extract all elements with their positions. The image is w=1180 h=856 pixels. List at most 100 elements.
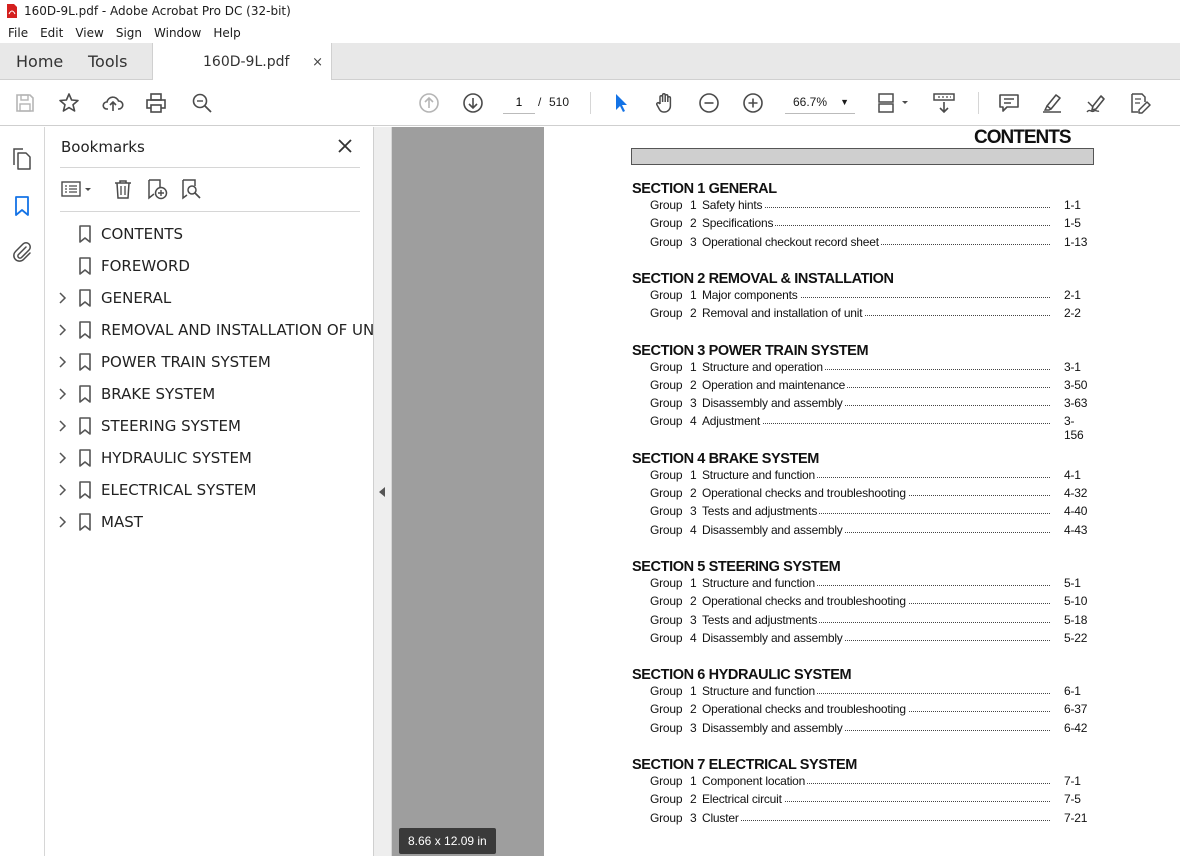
star-icon[interactable] bbox=[57, 91, 81, 115]
upload-cloud-icon[interactable] bbox=[101, 91, 125, 115]
chevron-right-icon[interactable] bbox=[58, 483, 68, 497]
pdf-page: CONTENTS SECTION 1 GENERAL Group 1 Safety h… bbox=[544, 127, 1180, 856]
toc-entry[interactable]: Group 2 Specifications 1-5 bbox=[650, 216, 1090, 233]
toc-entry-title: Tests and adjustments bbox=[702, 612, 820, 627]
tab-home[interactable]: Home bbox=[16, 43, 63, 80]
edit-pdf-icon[interactable] bbox=[1128, 91, 1152, 115]
toolbar-divider bbox=[978, 92, 979, 114]
save-icon[interactable] bbox=[13, 91, 37, 115]
toc-entry[interactable]: Group 1 Component location 7-1 bbox=[650, 774, 1090, 791]
toc-entry[interactable]: Group 3 Disassembly and assembly 6-42 bbox=[650, 720, 1090, 738]
tab-bar: Home Tools 160D-9L.pdf × bbox=[0, 43, 1180, 81]
bookmark-item[interactable]: GENERAL bbox=[45, 282, 374, 314]
chevron-right-icon[interactable] bbox=[58, 291, 68, 305]
sign-pen-icon[interactable] bbox=[1084, 91, 1108, 115]
toc-entry[interactable]: Group 2 Operational checks and troubleshoo… bbox=[650, 486, 1090, 503]
page-fit-icon[interactable] bbox=[876, 91, 912, 115]
chevron-right-icon[interactable] bbox=[58, 451, 68, 465]
menu-file[interactable]: File bbox=[4, 26, 32, 40]
menu-window[interactable]: Window bbox=[150, 26, 205, 40]
menu-edit[interactable]: Edit bbox=[36, 26, 67, 40]
highlight-pen-icon[interactable] bbox=[1040, 91, 1064, 115]
toc-entry[interactable]: Group 2 Electrical circuit 7-5 bbox=[650, 792, 1090, 809]
chevron-right-icon[interactable] bbox=[58, 387, 68, 401]
menu-sign[interactable]: Sign bbox=[112, 26, 146, 40]
bookmark-item[interactable]: POWER TRAIN SYSTEM bbox=[45, 346, 374, 378]
toc-group-number: 3 bbox=[690, 504, 697, 519]
chevron-right-icon[interactable] bbox=[58, 323, 68, 337]
bookmarks-panel-icon[interactable] bbox=[10, 194, 34, 218]
bookmark-item[interactable]: HYDRAULIC SYSTEM bbox=[45, 442, 374, 474]
toc-entry[interactable]: Group 4 Adjustment 3-156 bbox=[650, 414, 1090, 442]
zoom-in-icon[interactable] bbox=[741, 91, 765, 115]
page-number-input[interactable] bbox=[503, 90, 535, 114]
toc-entry-title: Operational checkout record sheet bbox=[702, 234, 881, 249]
bookmark-icon bbox=[79, 289, 91, 307]
toc-entry[interactable]: Group 2 Operational checks and troubleshoo… bbox=[650, 594, 1090, 611]
bookmark-item[interactable]: ELECTRICAL SYSTEM bbox=[45, 474, 374, 506]
toc-entry[interactable]: Group 1 Major components 2-1 bbox=[650, 287, 1090, 305]
bookmark-options-icon[interactable] bbox=[60, 177, 96, 201]
attachments-icon[interactable] bbox=[10, 239, 34, 263]
toc-page-number: 7-5 bbox=[1064, 792, 1081, 807]
menu-view[interactable]: View bbox=[71, 26, 107, 40]
toc-entry[interactable]: Group 2 Removal and installation of unit 2-… bbox=[650, 306, 1090, 323]
chevron-right-icon[interactable] bbox=[58, 355, 68, 369]
close-icon[interactable] bbox=[335, 136, 355, 156]
tab-tools[interactable]: Tools bbox=[88, 43, 127, 80]
next-page-icon[interactable] bbox=[461, 91, 485, 115]
toc-group-label: Group bbox=[650, 702, 683, 717]
hand-tool-icon[interactable] bbox=[653, 91, 677, 115]
bookmarks-panel: Bookmarks CONTENTS FOREWORD GENERAL REMOVAL… bbox=[45, 127, 388, 856]
toc-entry-title: Safety hints bbox=[702, 198, 765, 212]
bookmark-item[interactable]: BRAKE SYSTEM bbox=[45, 378, 374, 410]
delete-bookmark-icon[interactable] bbox=[110, 177, 136, 201]
close-tab-icon[interactable]: × bbox=[312, 55, 323, 70]
bookmark-item[interactable]: FOREWORD bbox=[45, 250, 374, 282]
toc-group-number: 2 bbox=[690, 486, 697, 500]
toc-page-number: 4-40 bbox=[1064, 504, 1088, 519]
bookmark-item[interactable]: CONTENTS bbox=[45, 218, 374, 250]
bookmark-label: REMOVAL AND INSTALLATION OF UNIT bbox=[101, 321, 388, 339]
print-icon[interactable] bbox=[144, 91, 168, 115]
zoom-out-icon[interactable] bbox=[697, 91, 721, 115]
bookmark-label: ELECTRICAL SYSTEM bbox=[101, 481, 257, 499]
toc-entry[interactable]: Group 4 Disassembly and assembly 5-22 bbox=[650, 630, 1090, 648]
bookmark-item[interactable]: REMOVAL AND INSTALLATION OF UNIT bbox=[45, 314, 388, 346]
bookmark-item[interactable]: STEERING SYSTEM bbox=[45, 410, 374, 442]
previous-page-icon[interactable] bbox=[417, 91, 441, 115]
find-zoom-icon[interactable] bbox=[190, 91, 214, 115]
toc-entry[interactable]: Group 4 Disassembly and assembly 4-43 bbox=[650, 522, 1090, 540]
toc-entry[interactable]: Group 3 Tests and adjustments 5-18 bbox=[650, 612, 1090, 630]
page-thumbnails-icon[interactable] bbox=[10, 147, 34, 171]
toc-page-number: 6-37 bbox=[1064, 702, 1088, 717]
toc-entry[interactable]: Group 1 Structure and function 6-1 bbox=[650, 684, 1090, 701]
toc-entry[interactable]: Group 1 Structure and function 5-1 bbox=[650, 575, 1090, 593]
menu-bar: File Edit View Sign Window Help bbox=[0, 22, 1180, 43]
toc-entry[interactable]: Group 3 Operational checkout record sheet 1… bbox=[650, 234, 1090, 252]
chevron-right-icon[interactable] bbox=[58, 515, 68, 529]
toc-page-number: 3-63 bbox=[1064, 396, 1088, 411]
toc-entry[interactable]: Group 2 Operational checks and troubleshoo… bbox=[650, 702, 1090, 719]
toc-entry[interactable]: Group 3 Cluster 7-21 bbox=[650, 810, 1090, 828]
menu-help[interactable]: Help bbox=[209, 26, 244, 40]
bookmark-item[interactable]: MAST bbox=[45, 506, 374, 538]
select-cursor-icon[interactable] bbox=[609, 91, 633, 115]
tab-document[interactable]: 160D-9L.pdf × bbox=[152, 43, 332, 81]
scroll-mode-icon[interactable] bbox=[932, 91, 956, 115]
toc-page-number: 4-32 bbox=[1064, 486, 1088, 500]
bookmark-icon bbox=[79, 417, 91, 435]
toc-entry[interactable]: Group 1 Safety hints 1-1 bbox=[650, 198, 1090, 215]
chevron-right-icon[interactable] bbox=[58, 419, 68, 433]
collapse-panel-handle[interactable] bbox=[374, 127, 392, 856]
bookmark-icon bbox=[79, 321, 91, 339]
toc-entry[interactable]: Group 3 Tests and adjustments 4-40 bbox=[650, 504, 1090, 521]
toc-entry[interactable]: Group 1 Structure and function 4-1 bbox=[650, 467, 1090, 485]
toc-entry[interactable]: Group 3 Disassembly and assembly 3-63 bbox=[650, 396, 1090, 413]
comment-icon[interactable] bbox=[997, 91, 1021, 115]
toc-entry[interactable]: Group 2 Operation and maintenance 3-50 bbox=[650, 377, 1090, 395]
toc-entry[interactable]: Group 1 Structure and operation 3-1 bbox=[650, 359, 1090, 377]
find-bookmark-icon[interactable] bbox=[178, 177, 204, 201]
new-bookmark-icon[interactable] bbox=[144, 177, 170, 201]
zoom-level-select[interactable]: 66.7% ▼ bbox=[785, 90, 855, 114]
